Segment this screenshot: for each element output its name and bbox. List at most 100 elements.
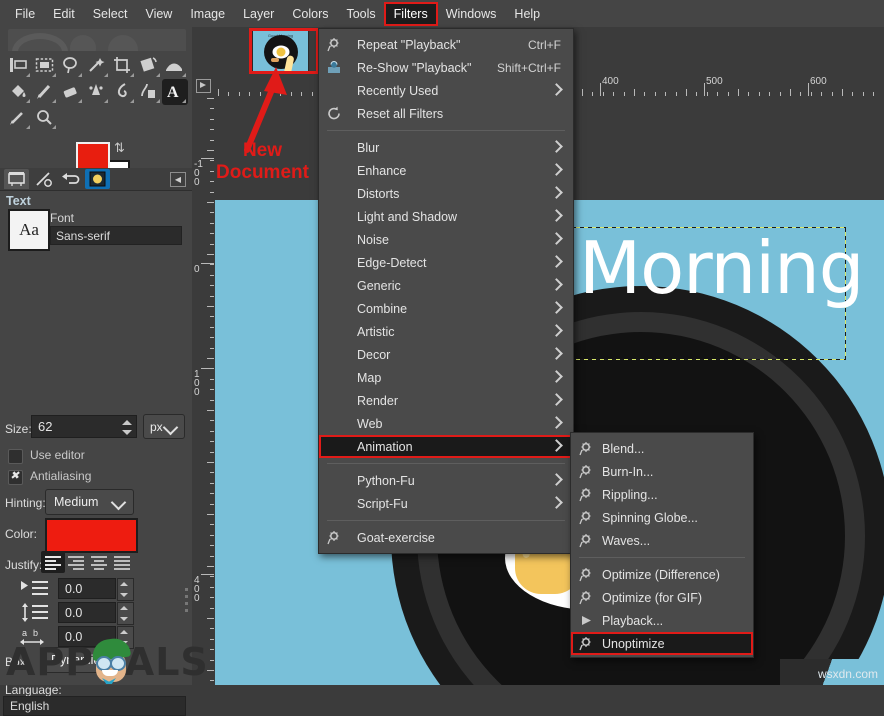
menu-item-windows[interactable]: Windows bbox=[437, 3, 506, 25]
filters-menu-item-blur[interactable]: Blur bbox=[319, 136, 573, 159]
use-editor-label: Use editor bbox=[30, 448, 85, 462]
menu-item-layer[interactable]: Layer bbox=[234, 3, 283, 25]
justify-center-button[interactable] bbox=[87, 551, 111, 573]
justify-left-button[interactable] bbox=[41, 551, 65, 573]
menu-item-view[interactable]: View bbox=[136, 3, 181, 25]
animation-submenu[interactable]: Blend...Burn-In...Rippling...Spinning Gl… bbox=[570, 432, 754, 658]
text-tool[interactable]: A bbox=[162, 79, 188, 105]
ruler-label: -100 bbox=[194, 160, 204, 187]
filters-menu[interactable]: Repeat "Playback"Ctrl+FRe-Show "Playback… bbox=[318, 28, 574, 554]
smudge-tool[interactable] bbox=[110, 79, 136, 105]
indent-input[interactable]: 0.0 bbox=[58, 578, 116, 599]
filters-menu-item-re-show-playback[interactable]: Re-Show "Playback"Shift+Ctrl+F bbox=[319, 56, 573, 79]
size-input[interactable]: 62 bbox=[31, 415, 137, 438]
alignment-tool[interactable] bbox=[6, 53, 32, 79]
transform-tool[interactable] bbox=[136, 53, 162, 79]
menu-item-help[interactable]: Help bbox=[505, 3, 549, 25]
line-spacing-input[interactable]: 0.0 bbox=[58, 602, 116, 623]
fuzzy-select-tool[interactable] bbox=[84, 53, 110, 79]
menu-item-filters[interactable]: Filters bbox=[385, 3, 437, 25]
filters-menu-item-generic[interactable]: Generic bbox=[319, 274, 573, 297]
paintbrush-tool[interactable] bbox=[32, 79, 58, 105]
menu-item-shortcut: Shift+Ctrl+F bbox=[497, 61, 561, 75]
tab-device-status[interactable] bbox=[31, 169, 56, 189]
airbrush-tool[interactable] bbox=[84, 79, 110, 105]
language-input[interactable]: English bbox=[3, 696, 186, 716]
filters-menu-item-repeat-playback[interactable]: Repeat "Playback"Ctrl+F bbox=[319, 33, 573, 56]
indent-stepper[interactable] bbox=[117, 578, 134, 601]
filters-menu-item-light-and-shadow[interactable]: Light and Shadow bbox=[319, 205, 573, 228]
filters-menu-item-map[interactable]: Map bbox=[319, 366, 573, 389]
size-stepper[interactable] bbox=[120, 418, 134, 437]
crop-tool[interactable] bbox=[110, 53, 136, 79]
tab-undo-history[interactable] bbox=[58, 169, 83, 189]
ruler-label: 600 bbox=[810, 76, 827, 87]
animation-menu-item-optimize-for-gif[interactable]: Optimize (for GIF) bbox=[571, 586, 753, 609]
eraser-tool[interactable] bbox=[58, 79, 84, 105]
animation-menu-item-optimize-difference[interactable]: Optimize (Difference) bbox=[571, 563, 753, 586]
swap-colors-icon[interactable]: ⇅ bbox=[114, 140, 125, 156]
filters-menu-item-reset-all-filters[interactable]: Reset all Filters bbox=[319, 102, 573, 125]
color-picker-tool[interactable] bbox=[6, 105, 32, 131]
size-unit-value: px bbox=[150, 420, 163, 434]
font-input[interactable]: Sans-serif bbox=[50, 226, 182, 245]
ruler-origin-button[interactable] bbox=[192, 74, 214, 96]
justify-fill-button[interactable] bbox=[110, 551, 134, 573]
filters-menu-item-edge-detect[interactable]: Edge-Detect bbox=[319, 251, 573, 274]
gradient-tool[interactable] bbox=[162, 53, 188, 79]
justify-right-button[interactable] bbox=[64, 551, 88, 573]
menu-item-image[interactable]: Image bbox=[181, 3, 234, 25]
menu-item-edit[interactable]: Edit bbox=[44, 3, 84, 25]
gear-icon bbox=[579, 590, 593, 604]
filters-menu-item-enhance[interactable]: Enhance bbox=[319, 159, 573, 182]
menu-item-colors[interactable]: Colors bbox=[283, 3, 337, 25]
tab-tool-options[interactable] bbox=[4, 169, 29, 189]
zoom-tool[interactable] bbox=[32, 105, 58, 131]
animation-menu-item-waves[interactable]: Waves... bbox=[571, 529, 753, 552]
ruler-tick bbox=[634, 89, 635, 96]
menu-item-file[interactable]: File bbox=[6, 3, 44, 25]
animation-menu-item-spinning-globe[interactable]: Spinning Globe... bbox=[571, 506, 753, 529]
vertical-ruler[interactable]: -1000100400 bbox=[192, 96, 215, 685]
filters-menu-item-web[interactable]: Web bbox=[319, 412, 573, 435]
animation-menu-item-rippling[interactable]: Rippling... bbox=[571, 483, 753, 506]
menu-item-label: Animation bbox=[357, 440, 413, 454]
filters-menu-item-goat-exercise[interactable]: Goat-exercise bbox=[319, 526, 573, 549]
clone-tool[interactable] bbox=[136, 79, 162, 105]
menu-item-label: Decor bbox=[357, 348, 390, 362]
gear-icon bbox=[579, 533, 593, 547]
dock-menu-icon[interactable]: ◀ bbox=[170, 172, 186, 187]
size-unit-select[interactable]: px bbox=[143, 414, 185, 439]
filters-menu-item-decor[interactable]: Decor bbox=[319, 343, 573, 366]
text-color-swatch[interactable] bbox=[45, 518, 138, 553]
animation-menu-item-playback[interactable]: Playback... bbox=[571, 609, 753, 632]
tab-images[interactable] bbox=[85, 169, 110, 189]
filters-menu-item-render[interactable]: Render bbox=[319, 389, 573, 412]
filters-menu-item-animation[interactable]: Animation bbox=[319, 435, 573, 458]
filters-menu-item-script-fu[interactable]: Script-Fu bbox=[319, 492, 573, 515]
tool-grid[interactable]: A bbox=[6, 53, 190, 131]
use-editor-checkbox[interactable] bbox=[8, 449, 23, 464]
filters-menu-item-recently-used[interactable]: Recently Used bbox=[319, 79, 573, 102]
text-layer-content[interactable]: Morning bbox=[579, 232, 863, 304]
gear-icon bbox=[327, 37, 342, 52]
animation-menu-item-unoptimize[interactable]: Unoptimize bbox=[571, 632, 753, 655]
filters-menu-item-noise[interactable]: Noise bbox=[319, 228, 573, 251]
ruler-tick bbox=[270, 89, 271, 96]
antialiasing-checkbox[interactable] bbox=[8, 470, 23, 485]
chevron-right-icon bbox=[550, 324, 563, 337]
filters-menu-item-distorts[interactable]: Distorts bbox=[319, 182, 573, 205]
dock-resize-grip[interactable] bbox=[185, 588, 189, 618]
free-select-tool[interactable] bbox=[58, 53, 84, 79]
menu-item-tools[interactable]: Tools bbox=[337, 3, 384, 25]
filters-menu-item-combine[interactable]: Combine bbox=[319, 297, 573, 320]
bucket-fill-tool[interactable] bbox=[6, 79, 32, 105]
hinting-select[interactable]: Medium bbox=[45, 489, 134, 515]
filters-menu-item-artistic[interactable]: Artistic bbox=[319, 320, 573, 343]
menu-item-select[interactable]: Select bbox=[84, 3, 137, 25]
animation-menu-item-blend[interactable]: Blend... bbox=[571, 437, 753, 460]
filters-menu-item-python-fu[interactable]: Python-Fu bbox=[319, 469, 573, 492]
line-spacing-stepper[interactable] bbox=[117, 602, 134, 625]
rectangle-select-tool[interactable] bbox=[32, 53, 58, 79]
animation-menu-item-burn-in[interactable]: Burn-In... bbox=[571, 460, 753, 483]
